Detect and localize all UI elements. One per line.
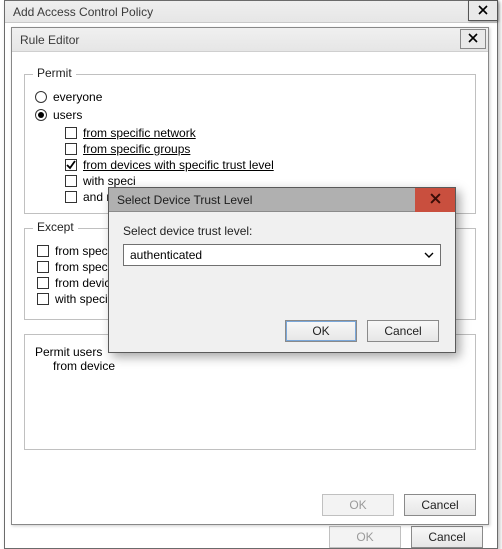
checkbox-icon <box>37 261 49 273</box>
rule-editor-close-button[interactable] <box>460 29 486 49</box>
radio-everyone[interactable]: everyone <box>35 89 465 105</box>
rule-editor-ok-button[interactable]: OK <box>322 494 394 516</box>
rule-editor-cancel-button[interactable]: Cancel <box>404 494 476 516</box>
summary-line-2: from device <box>53 359 465 373</box>
modal-body: Select device trust level: authenticated… <box>109 212 455 352</box>
device-trust-level-select[interactable]: authenticated <box>123 244 441 266</box>
radio-users[interactable]: users <box>35 107 465 123</box>
outer-ok-button[interactable]: OK <box>329 526 401 548</box>
check-from-groups[interactable]: from specific groups <box>65 141 465 157</box>
modal-ok-button[interactable]: OK <box>285 320 357 342</box>
close-icon <box>478 4 488 18</box>
radio-everyone-label: everyone <box>53 89 102 105</box>
modal-button-row: OK Cancel <box>285 320 439 342</box>
radio-users-label: users <box>53 107 82 123</box>
checkbox-icon <box>37 245 49 257</box>
rule-editor-title: Rule Editor <box>20 33 79 47</box>
modal-field-label: Select device trust level: <box>123 224 441 238</box>
outer-titlebar: Add Access Control Policy <box>5 1 497 23</box>
checkbox-icon <box>65 175 77 187</box>
device-trust-level-selected: authenticated <box>130 248 202 262</box>
checkbox-icon <box>37 277 49 289</box>
modal-title: Select Device Trust Level <box>117 193 252 207</box>
except-legend: Except <box>33 220 78 234</box>
checkbox-icon <box>65 143 77 155</box>
check-from-groups-label: from specific groups <box>83 141 190 157</box>
check-from-trust-level-label: from devices with specific trust level <box>83 157 274 173</box>
close-icon <box>468 32 478 46</box>
outer-close-button[interactable] <box>468 0 498 21</box>
outer-cancel-button[interactable]: Cancel <box>411 526 483 548</box>
checkbox-icon <box>65 127 77 139</box>
checkbox-icon <box>37 293 49 305</box>
check-from-network[interactable]: from specific network <box>65 125 465 141</box>
check-from-network-label: from specific network <box>83 125 196 141</box>
check-from-trust-level[interactable]: from devices with specific trust level <box>65 157 465 173</box>
except-check-4-label: with specifi <box>55 291 114 307</box>
rule-editor-titlebar: Rule Editor <box>12 28 488 52</box>
chevron-down-icon <box>422 248 436 262</box>
checkbox-icon <box>65 191 77 203</box>
outer-title: Add Access Control Policy <box>13 5 153 19</box>
checkbox-checked-icon <box>65 159 77 171</box>
close-icon <box>430 193 441 207</box>
outer-button-row: OK Cancel <box>329 526 483 548</box>
radio-icon <box>35 109 47 121</box>
modal-titlebar: Select Device Trust Level <box>109 188 455 212</box>
permit-legend: Permit <box>33 66 76 80</box>
radio-icon <box>35 91 47 103</box>
rule-editor-button-row: OK Cancel <box>322 494 476 516</box>
modal-close-button[interactable] <box>415 188 455 212</box>
modal-cancel-button[interactable]: Cancel <box>367 320 439 342</box>
select-device-trust-level-dialog: Select Device Trust Level Select device … <box>108 187 456 353</box>
